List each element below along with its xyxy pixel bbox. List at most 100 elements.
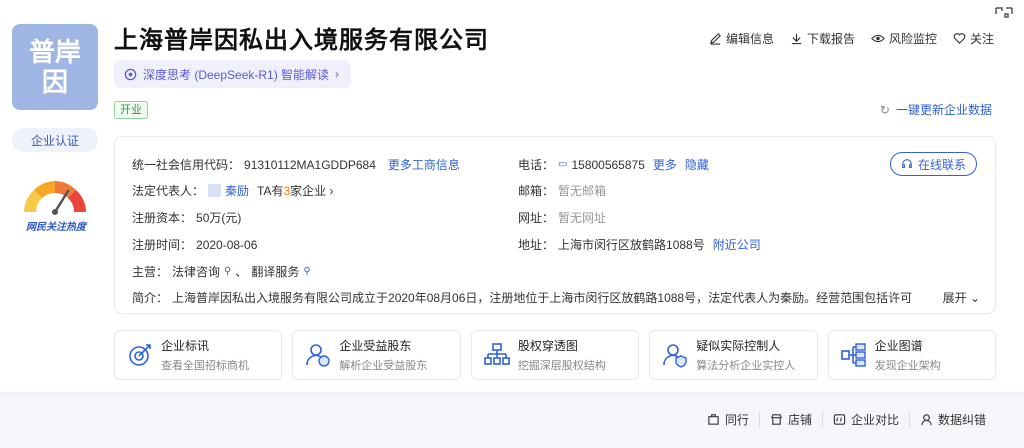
phone-row: 电话： ▭ 15800565875 更多 隐藏 [518, 156, 709, 173]
capital-row: 注册资本： 50万(元) [132, 209, 241, 226]
address-value: 上海市闵行区放鹤路1088号 [558, 238, 705, 252]
qr-corner-icon[interactable] [994, 6, 1014, 24]
headset-icon [902, 159, 912, 168]
download-report-button[interactable]: 下载报告 [790, 30, 855, 47]
capital-label: 注册资本： [132, 211, 193, 225]
intro-text: 上海普岸因私出入境服务有限公司成立于2020年08月06日，注册地位于上海市闵行… [172, 291, 913, 305]
credit-code-value: 91310112MA1GDDP684 [244, 157, 376, 172]
phone-label: 电话： [518, 158, 555, 172]
credit-code-row: 统一社会信用代码： 91310112MA1GDDP684 更多工商信息 [132, 156, 460, 173]
business-label: 主营： [132, 265, 169, 279]
heat-label: 网民关注热度 [26, 222, 86, 233]
top-actions: 编辑信息 下载报告 风险监控 关注 [709, 30, 994, 47]
address-row: 地址： 上海市闵行区放鹤路1088号 附近公司 [518, 236, 761, 253]
email-label: 邮箱： [518, 184, 555, 198]
ai-interpret-button[interactable]: 深度思考 (DeepSeek-R1) 智能解读 › [114, 60, 352, 88]
ai-interpret-label: 深度思考 (DeepSeek-R1) 智能解读 [143, 67, 330, 82]
feature-card-beneficiary[interactable]: 企业受益股东解析企业受益股东 [292, 330, 461, 380]
shop-button[interactable]: 店铺 [758, 411, 822, 428]
feature-title: 疑似实际控制人 [696, 339, 781, 353]
website-label: 网址： [518, 211, 555, 225]
risk-monitor-button[interactable]: 风险监控 [871, 30, 937, 47]
logo-text-line-2: 因 [41, 67, 68, 97]
reg-time-value: 2020-08-06 [196, 237, 258, 252]
search-icon[interactable]: ⚲ [303, 266, 310, 277]
peer-icon [708, 414, 719, 425]
download-report-label: 下载报告 [806, 32, 855, 46]
correction-icon [921, 414, 932, 426]
peer-button[interactable]: 同行 [697, 411, 759, 428]
shop-label: 店铺 [787, 413, 812, 427]
online-contact-label: 在线联系 [917, 157, 966, 172]
chevron-right-icon: › [335, 67, 340, 81]
correction-label: 数据纠错 [937, 413, 986, 427]
feature-cards: 企业标讯查看全国招标商机 企业受益股东解析企业受益股东 股权穿透图挖掘深层股权结… [114, 330, 997, 380]
website-value: 暂无网址 [558, 211, 607, 225]
ta-has-text[interactable]: TA有3家企业 › [257, 182, 334, 199]
more-business-info-link[interactable]: 更多工商信息 [388, 156, 460, 173]
online-contact-button[interactable]: 在线联系 [889, 152, 977, 176]
compare-label: 企业对比 [850, 413, 899, 427]
business-item-1[interactable]: 法律咨询 [172, 263, 220, 280]
feature-subtitle: 解析企业受益股东 [339, 360, 428, 372]
expand-button[interactable]: 展开 ⌄ [943, 289, 980, 306]
eye-icon [871, 34, 885, 43]
phone-icon: ▭ [558, 159, 568, 170]
compare-icon [833, 414, 846, 425]
info-card: 统一社会信用代码： 91310112MA1GDDP684 更多工商信息 法定代表… [114, 136, 996, 314]
peer-label: 同行 [724, 413, 749, 427]
feature-title: 企业受益股东 [339, 339, 412, 353]
phone-more-link[interactable]: 更多 [653, 156, 677, 173]
certification-button[interactable]: 企业认证 [12, 128, 98, 152]
graph-icon [840, 343, 866, 367]
website-row: 网址： 暂无网址 [518, 209, 606, 226]
search-icon[interactable]: ⚲ [224, 266, 231, 277]
ta-has-prefix: TA有 [257, 184, 284, 198]
feature-subtitle: 发现企业架构 [874, 360, 941, 372]
ai-icon [124, 68, 137, 80]
intro-label: 简介： [132, 291, 169, 305]
person-icon [208, 184, 222, 197]
footer-bar: 同行 店铺 企业对比 数据纠错 [0, 392, 1024, 448]
edit-info-label: 编辑信息 [725, 32, 774, 46]
business-item-2[interactable]: 翻译服务 [251, 263, 299, 280]
feature-card-bidding[interactable]: 企业标讯查看全国招标商机 [114, 330, 283, 380]
address-label: 地址： [518, 238, 555, 252]
update-data-button[interactable]: ↻ 一键更新企业数据 [880, 101, 992, 118]
legal-rep-name[interactable]: 秦励 [225, 182, 249, 199]
feature-subtitle: 查看全国招标商机 [161, 360, 249, 372]
reg-time-row: 注册时间： 2020-08-06 [132, 236, 257, 253]
ta-has-suffix: 家企业 [290, 184, 327, 198]
edit-icon [709, 33, 721, 45]
expand-label: 展开 [942, 291, 967, 305]
capital-value: 50万(元) [196, 211, 242, 225]
footer-actions: 同行 店铺 企业对比 数据纠错 [697, 411, 996, 428]
feature-title: 企业图谱 [874, 339, 923, 353]
download-icon [791, 33, 802, 45]
email-value: 暂无邮箱 [558, 184, 607, 198]
business-row: 主营： 法律咨询 ⚲ 、 翻译服务 ⚲ [132, 263, 311, 280]
correction-button[interactable]: 数据纠错 [908, 411, 996, 428]
follow-button[interactable]: 关注 [953, 30, 994, 47]
org-chart-icon [484, 343, 510, 365]
feature-title: 股权穿透图 [517, 339, 578, 353]
feature-title: 企业标讯 [161, 339, 210, 353]
edit-info-button[interactable]: 编辑信息 [709, 30, 774, 47]
shop-icon [771, 414, 782, 425]
feature-card-controller[interactable]: 疑似实际控制人算法分析企业实控人 [649, 330, 818, 380]
beneficiary-icon [306, 344, 331, 367]
chevron-down-icon: ⌄ [969, 291, 980, 305]
feature-subtitle: 挖掘深层股权结构 [517, 360, 606, 372]
heat-gauge-icon [24, 181, 86, 215]
phone-hide-link[interactable]: 隐藏 [685, 156, 709, 173]
feature-card-equity[interactable]: 股权穿透图挖掘深层股权结构 [470, 330, 640, 380]
status-badge: 开业 [114, 101, 148, 119]
nearby-companies-link[interactable]: 附近公司 [713, 236, 761, 253]
email-row: 邮箱： 暂无邮箱 [518, 182, 606, 199]
feature-subtitle: 算法分析企业实控人 [696, 360, 796, 372]
compare-button[interactable]: 企业对比 [821, 411, 909, 428]
credit-code-label: 统一社会信用代码： [132, 158, 241, 172]
legal-rep-row: 法定代表人： 秦励 TA有3家企业 › [132, 182, 334, 199]
feature-card-graph[interactable]: 企业图谱发现企业架构 [827, 330, 997, 380]
phone-value: 15800565875 [571, 157, 645, 172]
